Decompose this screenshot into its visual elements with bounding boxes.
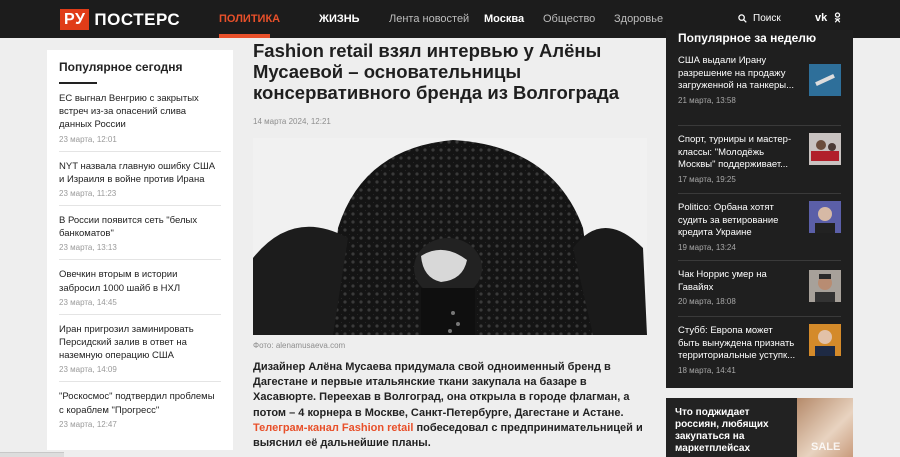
nav-newsfeed[interactable]: Лента новостей [389, 13, 469, 25]
news-title: Politico: Орбана хотят судить за ветиров… [678, 202, 779, 239]
news-date: 23 марта, 13:13 [59, 243, 117, 253]
tanker-ship-thumbnail [809, 64, 841, 96]
list-item[interactable]: Спорт, турниры и мастер-классы: "Молодёж… [678, 125, 841, 184]
nav-society[interactable]: Общество [543, 13, 595, 25]
horizontal-scrollbar[interactable] [0, 452, 64, 457]
photo-caption: Фото: alenamusaeva.com [253, 341, 346, 350]
news-title: "Роскосмос" подтвердил проблемы с корабл… [59, 391, 215, 416]
vk-icon[interactable]: vk [815, 12, 827, 24]
article-date: 14 марта 2024, 12:21 [253, 117, 331, 126]
nav-health[interactable]: Здоровье [614, 13, 663, 25]
stubb-portrait-thumbnail [809, 324, 841, 356]
lead-text: Дизайнер Алёна Мусаева придумала свой од… [253, 361, 630, 419]
news-date: 21 марта, 13:58 [678, 95, 736, 105]
news-date: 23 марта, 12:47 [59, 419, 117, 429]
promo-title: Что поджидает россиян, любящих закупатьс… [675, 407, 769, 454]
news-title: В России появится сеть "белых банкоматов… [59, 215, 198, 240]
promo-card[interactable]: Что поджидает россиян, любящих закупатьс… [666, 398, 853, 457]
site-logo[interactable]: РУ ПОСТЕРС [60, 9, 180, 30]
logo-text: ПОСТЕРС [94, 9, 181, 29]
logo-box: РУ [60, 9, 90, 30]
news-title: Иран пригрозил заминировать Персидский з… [59, 323, 194, 362]
news-title: ЕС выгнал Венгрию с закрытых встреч из-з… [59, 93, 199, 131]
news-title: США выдали Ирану разрешение на продажу з… [678, 55, 795, 92]
news-title: Спорт, турниры и мастер-классы: "Молодёж… [678, 134, 792, 171]
search-label: Поиск [753, 13, 781, 24]
article-headline: Fashion retail взял интервью у Алёны Мус… [253, 40, 620, 103]
news-date: 17 марта, 19:25 [678, 174, 736, 184]
list-item[interactable]: "Роскосмос" подтвердил проблемы с корабл… [59, 382, 221, 435]
article: Fashion retail взял интервью у Алёны Мус… [253, 38, 647, 451]
list-item[interactable]: NYT назвала главную ошибку США и Израиля… [59, 152, 221, 207]
list-item[interactable]: США выдали Ирану разрешение на продажу з… [678, 55, 841, 105]
news-title: NYT назвала главную ошибку США и Израиля… [59, 160, 216, 185]
news-title: Стубб: Европа может быть вынуждена призн… [678, 325, 796, 362]
ok-icon[interactable] [834, 12, 841, 26]
news-date: 23 марта, 11:23 [59, 189, 117, 199]
search-icon [738, 14, 747, 23]
telegram-link[interactable]: Телеграм-канал Fashion retail [253, 422, 413, 434]
article-lead: Дизайнер Алёна Мусаева придумала свой од… [253, 360, 647, 451]
news-date: 19 марта, 13:24 [678, 242, 736, 252]
news-title: Чак Норрис умер на Гавайях [678, 269, 767, 293]
list-item[interactable]: Иран пригрозил заминировать Персидский з… [59, 315, 221, 383]
promo-image-text: SALE [811, 441, 841, 453]
list-item[interactable]: Чак Норрис умер на Гавайях 20 марта, 18:… [678, 260, 841, 306]
news-date: 23 марта, 14:45 [59, 297, 117, 307]
nav-life[interactable]: ЖИЗНЬ [319, 13, 360, 25]
search-button[interactable]: Поиск [738, 13, 781, 24]
news-date: 23 марта, 14:09 [59, 365, 117, 375]
list-item[interactable]: ЕС выгнал Венгрию с закрытых встреч из-з… [59, 84, 221, 152]
nav-moscow[interactable]: Москва [484, 13, 524, 25]
orban-portrait-thumbnail [809, 201, 841, 233]
nav-politics[interactable]: ПОЛИТИКА [219, 13, 280, 25]
sport-event-thumbnail [809, 133, 841, 165]
list-item[interactable]: Politico: Орбана хотят судить за ветиров… [678, 193, 841, 252]
news-date: 18 марта, 14:41 [678, 365, 736, 375]
popular-week-title: Популярное за неделю [678, 31, 817, 45]
popular-today-panel: Популярное сегодня ЕС выгнал Венгрию с з… [47, 50, 233, 450]
list-item[interactable]: В России появится сеть "белых банкоматов… [59, 206, 221, 261]
list-item[interactable]: Овечкин вторым в истории забросил 1000 ш… [59, 260, 221, 315]
popular-week-panel: Популярное за неделю США выдали Ирану ра… [666, 30, 853, 388]
article-photo [253, 138, 647, 335]
promo-image: SALE [797, 398, 853, 457]
veiled-woman-image [253, 138, 647, 335]
list-item[interactable]: Стубб: Европа может быть вынуждена призн… [678, 316, 841, 375]
chuck-norris-thumbnail [809, 270, 841, 302]
news-date: 23 марта, 12:01 [59, 134, 117, 144]
popular-today-title: Популярное сегодня [59, 60, 183, 74]
news-title: Овечкин вторым в истории забросил 1000 ш… [59, 269, 181, 294]
